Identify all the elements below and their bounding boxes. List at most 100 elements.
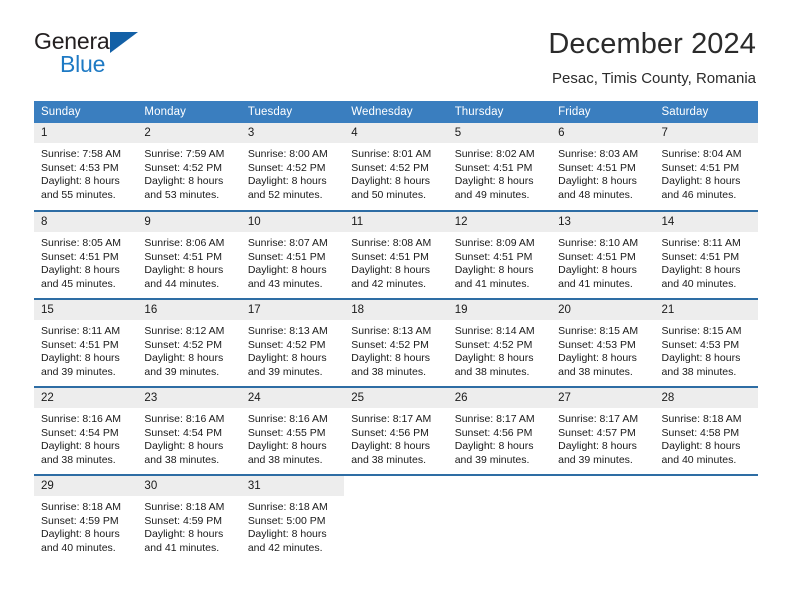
day-number: 22 bbox=[34, 387, 138, 409]
day-details: Sunrise: 8:17 AM Sunset: 4:56 PM Daylight:… bbox=[448, 408, 551, 467]
sunrise-text: Sunrise: 8:03 AM bbox=[558, 148, 639, 161]
day-details: Sunrise: 8:18 AM Sunset: 4:58 PM Daylight:… bbox=[655, 408, 758, 467]
calendar-day-cell[interactable]: 12 Sunrise: 8:09 AM Sunset: 4:51 PM Dayligh… bbox=[447, 209, 552, 299]
daylight-text-line1: Daylight: 8 hours bbox=[661, 264, 741, 277]
calendar-day-cell[interactable]: 29 Sunrise: 8:18 AM Sunset: 4:59 PM Dayligh… bbox=[34, 473, 138, 563]
calendar-day-cell[interactable]: 21 Sunrise: 8:15 AM Sunset: 4:53 PM Dayligh… bbox=[654, 297, 758, 387]
day-details: Sunrise: 8:18 AM Sunset: 4:59 PM Daylight:… bbox=[34, 496, 137, 555]
day-cell-inner: 16 Sunrise: 8:12 AM Sunset: 4:52 PM Dayligh… bbox=[137, 299, 241, 386]
sunset-text: Sunset: 4:51 PM bbox=[351, 250, 429, 263]
weekday-header-monday: Monday bbox=[137, 100, 241, 123]
calendar-day-cell[interactable]: 23 Sunrise: 8:16 AM Sunset: 4:54 PM Dayligh… bbox=[137, 385, 241, 475]
calendar-day-cell[interactable]: 16 Sunrise: 8:12 AM Sunset: 4:52 PM Dayligh… bbox=[137, 297, 241, 387]
calendar-week-row: 1 Sunrise: 7:58 AM Sunset: 4:53 PM Daylight… bbox=[34, 122, 758, 211]
sunset-text: Sunset: 4:51 PM bbox=[558, 161, 636, 174]
sunset-text: Sunset: 4:51 PM bbox=[454, 161, 533, 174]
sunrise-text: Sunrise: 8:16 AM bbox=[41, 413, 121, 426]
calendar-day-cell[interactable]: 13 Sunrise: 8:10 AM Sunset: 4:51 PM Dayligh… bbox=[551, 209, 655, 299]
day-details: Sunrise: 8:16 AM Sunset: 4:55 PM Daylight:… bbox=[241, 408, 344, 467]
daylight-text-line2: and 39 minutes. bbox=[558, 454, 633, 467]
day-cell-inner bbox=[655, 476, 758, 563]
calendar-day-cell[interactable]: 31 Sunrise: 8:18 AM Sunset: 5:00 PM Dayligh… bbox=[240, 473, 345, 563]
daylight-text-line2: and 52 minutes. bbox=[247, 189, 323, 202]
day-cell-inner: 8 Sunrise: 8:05 AM Sunset: 4:51 PM Daylight… bbox=[34, 211, 138, 298]
calendar-day-cell[interactable]: 30 Sunrise: 8:18 AM Sunset: 4:59 PM Dayligh… bbox=[137, 473, 241, 563]
day-details: Sunrise: 7:59 AM Sunset: 4:52 PM Daylight:… bbox=[137, 143, 240, 202]
calendar-day-cell[interactable]: 28 Sunrise: 8:18 AM Sunset: 4:58 PM Dayligh… bbox=[654, 385, 758, 475]
calendar-day-cell-empty bbox=[344, 473, 448, 563]
day-details: Sunrise: 8:13 AM Sunset: 4:52 PM Daylight:… bbox=[241, 320, 344, 379]
calendar-day-cell[interactable]: 5 Sunrise: 8:02 AM Sunset: 4:51 PM Daylight… bbox=[447, 122, 552, 211]
calendar-day-cell[interactable]: 24 Sunrise: 8:16 AM Sunset: 4:55 PM Dayligh… bbox=[240, 385, 345, 475]
calendar-day-cell[interactable]: 2 Sunrise: 7:59 AM Sunset: 4:52 PM Daylight… bbox=[137, 122, 241, 211]
calendar-week-row: 8 Sunrise: 8:05 AM Sunset: 4:51 PM Daylight… bbox=[34, 209, 758, 299]
calendar-day-cell[interactable]: 4 Sunrise: 8:01 AM Sunset: 4:52 PM Daylight… bbox=[344, 122, 448, 211]
day-cell-inner: 30 Sunrise: 8:18 AM Sunset: 4:59 PM Dayligh… bbox=[137, 475, 241, 563]
calendar-day-cell[interactable]: 27 Sunrise: 8:17 AM Sunset: 4:57 PM Dayligh… bbox=[551, 385, 655, 475]
calendar-day-cell[interactable]: 1 Sunrise: 7:58 AM Sunset: 4:53 PM Daylight… bbox=[34, 122, 138, 211]
sunrise-text: Sunrise: 8:08 AM bbox=[351, 237, 432, 250]
day-cell-inner: 14 Sunrise: 8:11 AM Sunset: 4:51 PM Dayligh… bbox=[654, 211, 758, 298]
day-cell-inner: 1 Sunrise: 7:58 AM Sunset: 4:53 PM Daylight… bbox=[34, 122, 138, 210]
daylight-text-line2: and 41 minutes. bbox=[454, 278, 530, 291]
day-details: Sunrise: 7:58 AM Sunset: 4:53 PM Daylight:… bbox=[34, 143, 137, 202]
day-cell-inner: 11 Sunrise: 8:08 AM Sunset: 4:51 PM Dayligh… bbox=[344, 211, 448, 298]
calendar-day-cell[interactable]: 6 Sunrise: 8:03 AM Sunset: 4:51 PM Daylight… bbox=[551, 122, 655, 211]
day-cell-inner: 7 Sunrise: 8:04 AM Sunset: 4:51 PM Daylight… bbox=[654, 122, 758, 210]
daylight-text-line2: and 42 minutes. bbox=[247, 542, 323, 555]
calendar-day-cell[interactable]: 26 Sunrise: 8:17 AM Sunset: 4:56 PM Dayligh… bbox=[447, 385, 552, 475]
sunset-text: Sunset: 4:59 PM bbox=[144, 514, 223, 527]
calendar-day-cell[interactable]: 20 Sunrise: 8:15 AM Sunset: 4:53 PM Dayligh… bbox=[551, 297, 655, 387]
calendar-day-cell[interactable]: 14 Sunrise: 8:11 AM Sunset: 4:51 PM Dayligh… bbox=[654, 209, 758, 299]
sunset-text: Sunset: 4:53 PM bbox=[41, 161, 119, 174]
sunrise-text: Sunrise: 8:15 AM bbox=[558, 325, 639, 338]
daylight-text-line2: and 38 minutes. bbox=[558, 366, 633, 379]
calendar-day-cell[interactable]: 17 Sunrise: 8:13 AM Sunset: 4:52 PM Dayligh… bbox=[240, 297, 345, 387]
daylight-text-line1: Daylight: 8 hours bbox=[558, 352, 637, 365]
day-details: Sunrise: 8:11 AM Sunset: 4:51 PM Daylight:… bbox=[655, 232, 758, 291]
calendar-day-cell[interactable]: 22 Sunrise: 8:16 AM Sunset: 4:54 PM Dayligh… bbox=[34, 385, 138, 475]
brand-logo[interactable]: General Blue bbox=[34, 28, 154, 80]
day-number: 1 bbox=[34, 122, 138, 144]
brand-name-blue: Blue bbox=[60, 51, 106, 77]
sunrise-text: Sunrise: 8:10 AM bbox=[558, 237, 639, 250]
daylight-text-line2: and 48 minutes. bbox=[558, 189, 633, 202]
daylight-text-line2: and 53 minutes. bbox=[144, 189, 220, 202]
calendar-day-cell[interactable]: 3 Sunrise: 8:00 AM Sunset: 4:52 PM Daylight… bbox=[240, 122, 345, 211]
day-cell-inner: 25 Sunrise: 8:17 AM Sunset: 4:56 PM Dayligh… bbox=[344, 387, 448, 474]
daylight-text-line1: Daylight: 8 hours bbox=[247, 352, 327, 365]
day-details: Sunrise: 8:17 AM Sunset: 4:57 PM Daylight:… bbox=[551, 408, 654, 467]
sunset-text: Sunset: 4:56 PM bbox=[454, 426, 533, 439]
day-cell-inner: 31 Sunrise: 8:18 AM Sunset: 5:00 PM Dayligh… bbox=[240, 475, 345, 563]
day-cell-inner: 20 Sunrise: 8:15 AM Sunset: 4:53 PM Dayligh… bbox=[551, 299, 655, 386]
day-details: Sunrise: 8:07 AM Sunset: 4:51 PM Daylight:… bbox=[241, 232, 344, 291]
calendar-day-cell[interactable]: 19 Sunrise: 8:14 AM Sunset: 4:52 PM Dayligh… bbox=[447, 297, 552, 387]
calendar-day-cell[interactable]: 25 Sunrise: 8:17 AM Sunset: 4:56 PM Dayligh… bbox=[344, 385, 448, 475]
calendar-day-cell[interactable]: 11 Sunrise: 8:08 AM Sunset: 4:51 PM Dayligh… bbox=[344, 209, 448, 299]
calendar-day-cell[interactable]: 15 Sunrise: 8:11 AM Sunset: 4:51 PM Dayligh… bbox=[34, 297, 138, 387]
day-details: Sunrise: 8:16 AM Sunset: 4:54 PM Daylight:… bbox=[137, 408, 240, 467]
day-cell-inner: 4 Sunrise: 8:01 AM Sunset: 4:52 PM Daylight… bbox=[344, 122, 448, 210]
sunset-text: Sunset: 4:57 PM bbox=[558, 426, 636, 439]
sunrise-text: Sunrise: 8:14 AM bbox=[454, 325, 535, 338]
daylight-text-line2: and 38 minutes. bbox=[41, 454, 116, 467]
day-cell-inner: 23 Sunrise: 8:16 AM Sunset: 4:54 PM Dayligh… bbox=[137, 387, 241, 474]
calendar-day-cell[interactable]: 7 Sunrise: 8:04 AM Sunset: 4:51 PM Daylight… bbox=[654, 122, 758, 211]
calendar-day-cell[interactable]: 8 Sunrise: 8:05 AM Sunset: 4:51 PM Daylight… bbox=[34, 209, 138, 299]
calendar-day-cell[interactable]: 10 Sunrise: 8:07 AM Sunset: 4:51 PM Dayligh… bbox=[240, 209, 345, 299]
day-number: 2 bbox=[137, 122, 241, 144]
daylight-text-line1: Daylight: 8 hours bbox=[144, 352, 224, 365]
day-number: 16 bbox=[137, 299, 241, 321]
sunset-text: Sunset: 4:51 PM bbox=[661, 161, 740, 174]
sunrise-text: Sunrise: 8:11 AM bbox=[661, 237, 741, 250]
calendar-day-cell[interactable]: 18 Sunrise: 8:13 AM Sunset: 4:52 PM Dayligh… bbox=[344, 297, 448, 387]
day-details: Sunrise: 8:13 AM Sunset: 4:52 PM Daylight:… bbox=[344, 320, 447, 379]
day-number: 25 bbox=[344, 387, 448, 409]
sunrise-text: Sunrise: 8:18 AM bbox=[41, 501, 121, 514]
sunset-text: Sunset: 4:51 PM bbox=[454, 250, 533, 263]
calendar-day-cell[interactable]: 9 Sunrise: 8:06 AM Sunset: 4:51 PM Daylight… bbox=[137, 209, 241, 299]
title-block: December 2024 Pesac, Timis County, Roman… bbox=[548, 28, 756, 88]
day-details: Sunrise: 8:12 AM Sunset: 4:52 PM Daylight:… bbox=[137, 320, 240, 379]
day-number: 31 bbox=[240, 475, 345, 497]
day-number: 24 bbox=[240, 387, 345, 409]
